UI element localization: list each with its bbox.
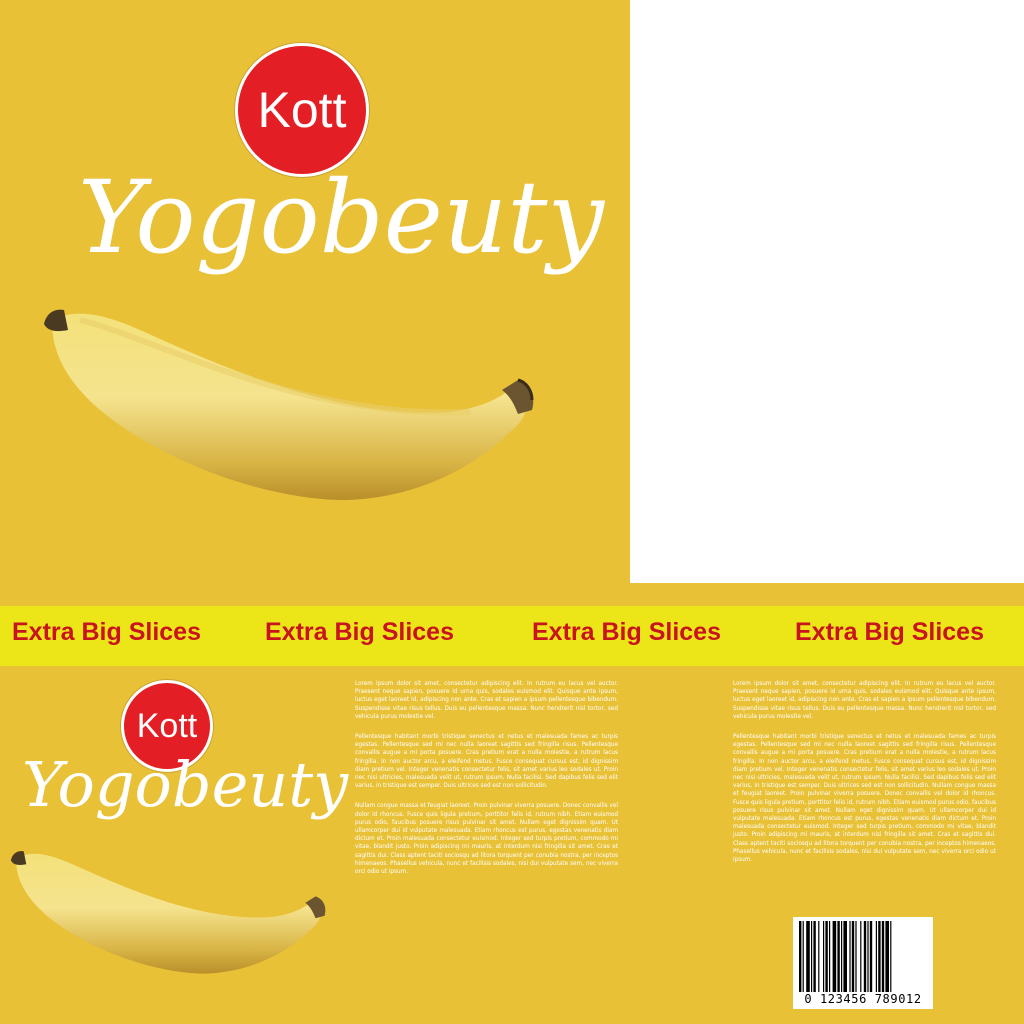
barcode-bar: [799, 921, 802, 993]
barcode-bar: [863, 921, 867, 993]
product-name: Yogobeuty: [78, 159, 605, 276]
barcode-bar: [885, 921, 889, 993]
barcode-bar: [802, 921, 804, 993]
brand-logo-text: Kott: [257, 82, 347, 138]
banana-image: [44, 309, 534, 500]
paragraph: Nullam congue massa et feugiat laoreet. …: [355, 803, 618, 876]
stripe-label: Extra Big Slices: [795, 618, 984, 646]
barcode-bar: [867, 921, 869, 993]
barcode-bar: [841, 921, 843, 993]
barcode-bar: [890, 921, 892, 993]
barcode-bar: [832, 921, 837, 993]
barcode-bar: [811, 921, 813, 993]
barcode-bar: [843, 921, 847, 993]
stripe-label: Extra Big Slices: [265, 618, 454, 646]
description-column-2: Lorem ipsum dolor sit amet, consectetur …: [733, 680, 996, 876]
paragraph: Lorem ipsum dolor sit amet, consectetur …: [355, 681, 618, 720]
barcode-bar: [806, 921, 810, 993]
description-column-1: Lorem ipsum dolor sit amet, consectetur …: [355, 680, 618, 888]
barcode-bar: [869, 921, 873, 993]
barcode-bar: [837, 921, 840, 993]
stripe-label: Extra Big Slices: [12, 618, 201, 646]
barcode-bar: [818, 921, 820, 993]
product-name-small: Yogobeuty: [22, 748, 349, 821]
barcode-bar: [813, 921, 816, 993]
barcode-digits: 0 123456 789012: [794, 992, 932, 1006]
barcode-bar: [829, 921, 831, 993]
stripe-label: Extra Big Slices: [532, 618, 721, 646]
barcode: 0 123456 789012: [793, 917, 933, 1009]
brand-logo-text: Kott: [136, 706, 198, 745]
barcode-bar: [855, 921, 857, 993]
barcode-bar: [860, 921, 862, 993]
barcode-bar: [878, 921, 881, 993]
paragraph: Pellentesque habitant morbi tristique se…: [355, 734, 618, 790]
barcode-bar: [823, 921, 825, 993]
barcode-bar: [851, 921, 855, 993]
banana-image-small: [10, 851, 326, 974]
barcode-bar: [881, 921, 885, 993]
brand-logo: Kott: [235, 43, 369, 177]
barcode-bar: [875, 921, 877, 993]
barcode-bars: [799, 921, 892, 993]
barcode-bar: [825, 921, 828, 993]
paragraph: Pellentesque habitant morbi tristique se…: [733, 734, 996, 864]
barcode-bar: [849, 921, 851, 993]
paragraph: Lorem ipsum dolor sit amet, consectetur …: [733, 681, 996, 720]
